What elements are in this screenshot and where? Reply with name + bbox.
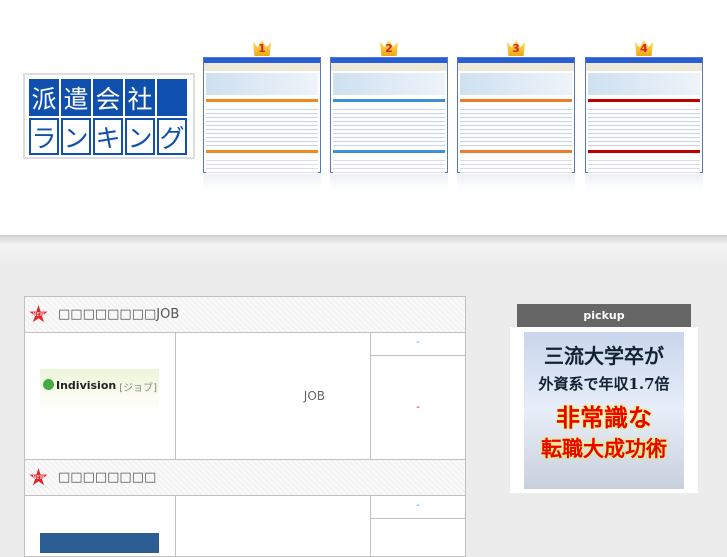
ranking-thumbnail[interactable] (457, 57, 575, 182)
ranking-thumbnail[interactable] (330, 57, 448, 182)
logo-char: ラ (29, 118, 59, 155)
section-title[interactable]: □□□□□□□□ (58, 470, 156, 485)
section-header: NEW □□□□□□□□JOB (25, 297, 465, 333)
logo-char: 派 (29, 79, 59, 116)
thumbnail-reflection (330, 174, 448, 190)
logo-char: ン (125, 118, 155, 155)
ranking-thumbnail[interactable] (585, 57, 703, 182)
thumbnail-reflection (203, 174, 321, 190)
site-logo[interactable]: 派 遣 会 社 ラ ン キ ン グ (23, 73, 195, 159)
section-header: NEW □□□□□□□□ (25, 460, 465, 496)
link[interactable]: - (371, 496, 465, 519)
ranking-thumbnail[interactable] (203, 57, 321, 182)
description-cell (176, 496, 371, 556)
indivision-logo[interactable]: Indivision [ジョブ] (40, 369, 159, 419)
globe-icon (43, 379, 54, 390)
logo-char: 遣 (61, 79, 91, 116)
logo-char: 社 (125, 79, 155, 116)
table-row: - (25, 496, 465, 556)
company-table: NEW □□□□□□□□JOB Indivision [ジョブ] JOB - -… (24, 296, 466, 557)
pickup-box: 三流大学卒が 外資系で年収1.7倍 非常識な 転職大成功術 (510, 327, 698, 493)
company-logo[interactable] (40, 533, 159, 553)
link[interactable]: - (371, 333, 465, 356)
company-logo-cell (25, 496, 176, 556)
thumbnail-reflection (585, 174, 703, 190)
logo-char: キ (93, 118, 123, 155)
company-logo-cell: Indivision [ジョブ] (25, 333, 176, 459)
table-row: Indivision [ジョブ] JOB - - (25, 333, 465, 460)
logo-char: 会 (93, 79, 123, 116)
new-star-icon: NEW (29, 468, 48, 486)
logo-char (157, 79, 187, 116)
pickup-ad-banner[interactable]: 三流大学卒が 外資系で年収1.7倍 非常識な 転職大成功術 (524, 332, 684, 489)
description-cell: JOB (176, 333, 371, 459)
thumbnail-reflection (457, 174, 575, 190)
section-title[interactable]: □□□□□□□□JOB (58, 307, 179, 322)
link[interactable]: - (371, 356, 465, 459)
logo-char: ン (61, 118, 91, 155)
logo-char: グ (157, 118, 187, 155)
pickup-header: pickup (517, 304, 691, 327)
new-star-icon: NEW (29, 305, 48, 323)
divider-band (0, 235, 727, 268)
